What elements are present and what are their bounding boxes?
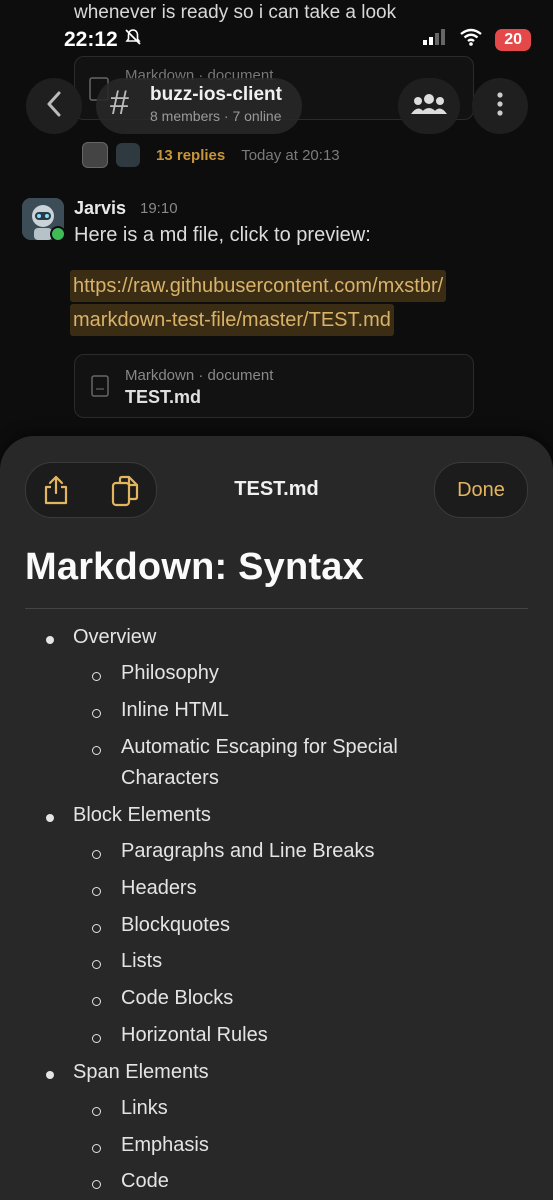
previous-message-text: whenever is ready so i can take a look — [74, 2, 397, 23]
done-button[interactable]: Done — [434, 462, 528, 518]
list-item: Code Blocks — [121, 987, 234, 1009]
list-item: Lists — [121, 950, 163, 972]
back-chevron-icon — [46, 91, 62, 122]
link-line-2[interactable]: markdown-test-file/master/TEST.md — [70, 304, 394, 336]
document-attachment-card[interactable]: Markdown · document TEST.md — [74, 354, 474, 418]
sub-bullet-icon — [92, 960, 101, 969]
sub-bullet-icon — [92, 746, 101, 755]
message-time: 19:10 — [140, 200, 178, 217]
list-item: Philosophy — [121, 662, 219, 684]
more-button[interactable] — [472, 78, 528, 134]
markdown-heading: Markdown: Syntax — [25, 546, 364, 588]
sub-bullet-icon — [92, 997, 101, 1006]
list-item: Characters — [121, 767, 219, 789]
document-kind: Markdown · document — [125, 367, 274, 384]
sub-bullet-icon — [92, 924, 101, 933]
bell-slash-icon — [124, 28, 142, 52]
channel-hash-icon: # — [110, 84, 129, 122]
status-bar-time: 22:12 — [64, 28, 142, 52]
message-text: Here is a md file, click to preview: — [74, 224, 371, 246]
avatar — [82, 142, 108, 168]
status-bar-right: 20 — [423, 28, 531, 51]
list-item: Automatic Escaping for Special — [121, 736, 398, 758]
replies-count[interactable]: 13 replies — [156, 147, 225, 164]
list-item: Inline HTML — [121, 699, 229, 721]
battery-indicator: 20 — [495, 28, 531, 51]
thread-replies-row[interactable]: 13 replies Today at 20:13 — [82, 142, 340, 168]
more-vertical-icon — [497, 91, 503, 121]
heading-divider — [25, 608, 528, 609]
message-link[interactable]: https://raw.githubusercontent.com/mxstbr… — [70, 270, 447, 338]
sub-bullet-icon — [92, 887, 101, 896]
online-status-dot — [50, 226, 66, 242]
sub-bullet-icon — [92, 709, 101, 718]
bullet-icon — [46, 814, 54, 822]
document-icon — [91, 375, 109, 402]
list-item: Code — [121, 1170, 169, 1192]
wifi-icon — [459, 28, 483, 51]
sub-bullet-icon — [92, 1180, 101, 1189]
list-item: Emphasis — [121, 1134, 209, 1156]
replies-time: Today at 20:13 — [241, 146, 340, 164]
clock-text: 22:12 — [64, 28, 118, 51]
list-item: Blockquotes — [121, 914, 230, 936]
bullet-icon — [46, 636, 54, 644]
list-item: Overview — [73, 626, 157, 648]
back-button[interactable] — [26, 78, 82, 134]
channel-name: buzz-ios-client — [150, 84, 282, 105]
members-button[interactable] — [398, 78, 460, 134]
channel-meta: 8 members · 7 online — [150, 108, 282, 124]
link-line-1[interactable]: https://raw.githubusercontent.com/mxstbr… — [70, 270, 447, 302]
list-item: Block Elements — [73, 804, 211, 826]
message-author[interactable]: Jarvis — [74, 198, 126, 219]
sub-bullet-icon — [92, 1144, 101, 1153]
sub-bullet-icon — [92, 1107, 101, 1116]
channel-title-pill[interactable]: # buzz-ios-client 8 members · 7 online — [96, 78, 302, 134]
list-item: Paragraphs and Line Breaks — [121, 840, 375, 862]
list-item: Headers — [121, 877, 197, 899]
document-name: TEST.md — [125, 387, 202, 407]
list-item: Span Elements — [73, 1061, 209, 1083]
sub-bullet-icon — [92, 1034, 101, 1043]
list-item: Links — [121, 1097, 168, 1119]
bullet-icon — [46, 1071, 54, 1079]
members-icon — [409, 92, 449, 121]
sub-bullet-icon — [92, 850, 101, 859]
list-item: Horizontal Rules — [121, 1024, 268, 1046]
markdown-preview-sheet: TEST.md Done Markdown: Syntax Overview Ph… — [0, 436, 553, 1200]
signal-icon — [423, 29, 447, 50]
avatar — [116, 143, 140, 167]
sub-bullet-icon — [92, 672, 101, 681]
